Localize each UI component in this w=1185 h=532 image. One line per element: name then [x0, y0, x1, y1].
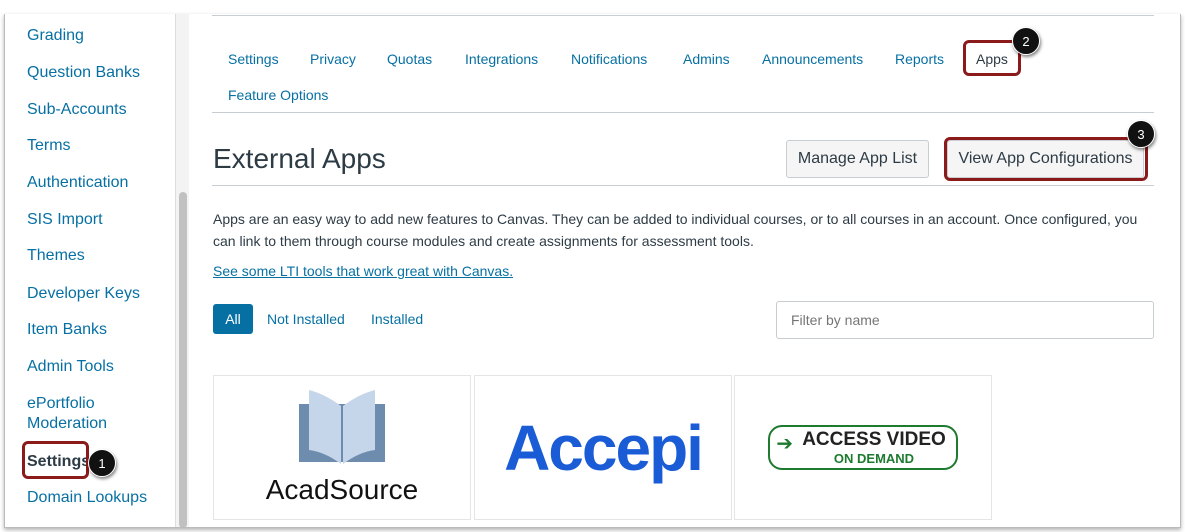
sidebar-item-authentication[interactable]: Authentication	[27, 173, 128, 193]
divider	[212, 112, 1154, 113]
app-card-accepi[interactable]: Accepi	[474, 375, 732, 520]
page-title: External Apps	[213, 143, 386, 174]
app-name: ACCESS VIDEO	[802, 429, 946, 450]
tab-announcements[interactable]: Announcements	[762, 51, 863, 67]
app-card-acadsource[interactable]: AcadSource	[213, 375, 471, 520]
sidebar-item-admin-tools[interactable]: Admin Tools	[27, 357, 114, 377]
divider	[212, 185, 1154, 186]
highlight-view-app-configurations	[944, 137, 1148, 181]
sidebar-item-developer-keys[interactable]: Developer Keys	[27, 284, 140, 304]
sidebar-item-grading[interactable]: Grading	[27, 26, 84, 46]
highlight-settings	[22, 441, 89, 479]
tab-privacy[interactable]: Privacy	[310, 51, 356, 67]
book-icon	[299, 389, 385, 464]
divider	[212, 15, 1154, 16]
sidebar-item-themes[interactable]: Themes	[27, 246, 85, 266]
tab-admins[interactable]: Admins	[683, 51, 730, 67]
sidebar-item-terms[interactable]: Terms	[27, 136, 71, 156]
step-badge-1: 1	[88, 449, 116, 477]
sidebar-item-domain-lookups[interactable]: Domain Lookups	[27, 488, 147, 508]
lti-tools-link[interactable]: See some LTI tools that work great with …	[213, 263, 513, 279]
tab-settings[interactable]: Settings	[228, 51, 279, 67]
manage-app-list-button[interactable]: Manage App List	[786, 140, 929, 178]
tab-reports[interactable]: Reports	[895, 51, 944, 67]
sidebar-item-item-banks[interactable]: Item Banks	[27, 320, 107, 340]
app-name: Accepi	[504, 411, 704, 484]
sidebar-item-sis-import[interactable]: SIS Import	[27, 210, 103, 230]
sidebar-item-eportfolio-moderation[interactable]: ePortfolio Moderation	[27, 394, 137, 434]
filter-by-name-input[interactable]	[776, 301, 1154, 339]
filter-all-button[interactable]: All	[213, 304, 253, 334]
sidebar-item-sub-accounts[interactable]: Sub-Accounts	[27, 100, 127, 120]
filter-installed-button[interactable]: Installed	[371, 311, 423, 327]
tab-quotas[interactable]: Quotas	[387, 51, 432, 67]
description: Apps are an easy way to add new features…	[213, 211, 1138, 249]
app-name: AcadSource	[265, 473, 419, 505]
tab-integrations[interactable]: Integrations	[465, 51, 538, 67]
tab-feature-options[interactable]: Feature Options	[228, 87, 328, 103]
filter-not-installed-button[interactable]: Not Installed	[267, 311, 345, 327]
step-badge-2: 2	[1012, 27, 1040, 55]
scrollbar-thumb[interactable]	[179, 192, 187, 527]
sidebar-item-question-banks[interactable]: Question Banks	[27, 63, 140, 83]
sidebar-scrollbar[interactable]	[175, 14, 189, 527]
app-card-access-video[interactable]: ➔ ACCESS VIDEO ON DEMAND	[734, 375, 992, 520]
tab-notifications[interactable]: Notifications	[571, 51, 647, 67]
arrow-icon: ➔	[776, 433, 793, 455]
step-badge-3: 3	[1127, 120, 1155, 148]
sidebar: Grading Question Banks Sub-Accounts Term…	[5, 14, 175, 527]
app-subtitle: ON DEMAND	[833, 451, 915, 466]
